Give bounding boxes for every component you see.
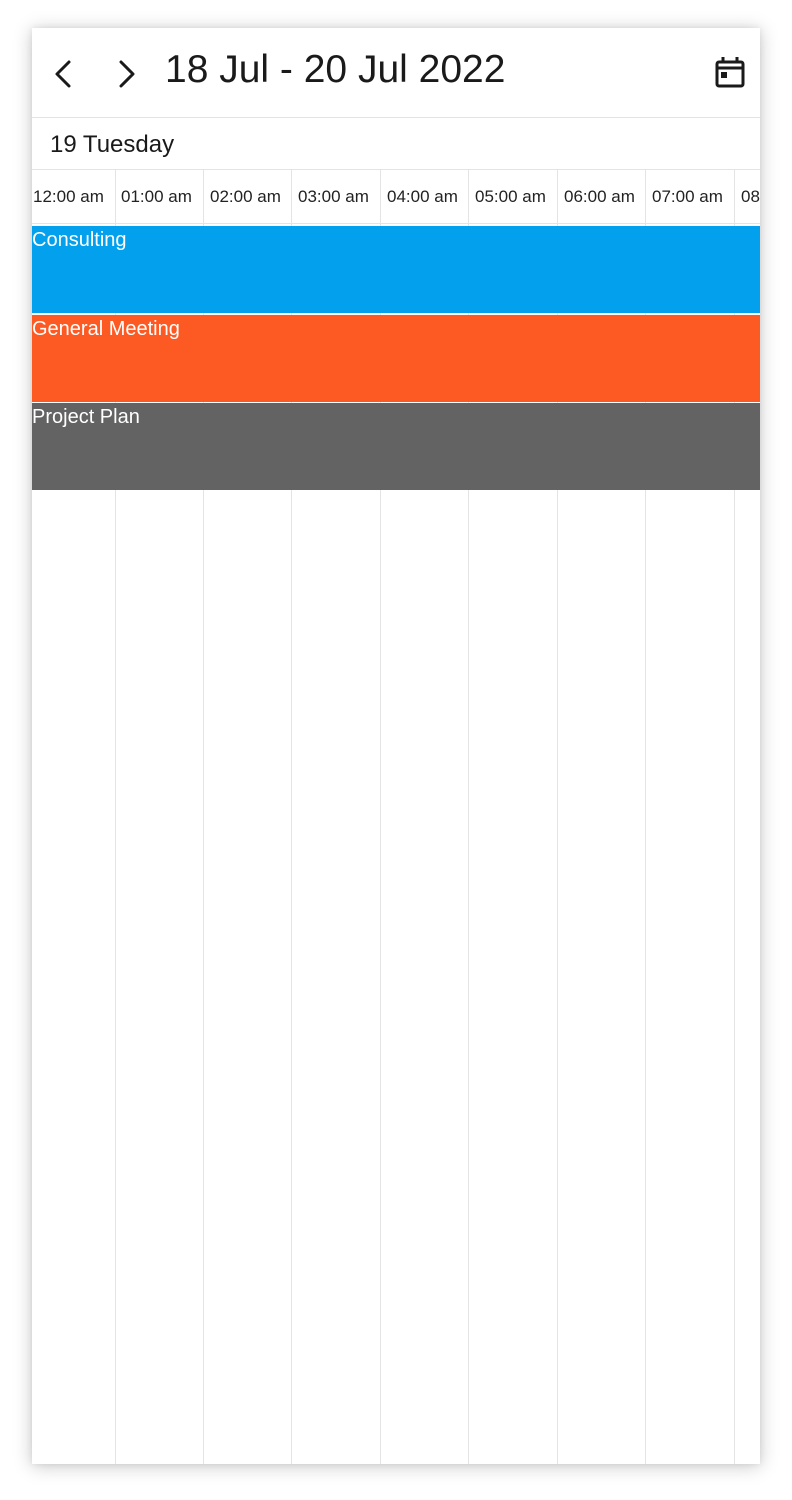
- appointment-general-meeting[interactable]: General Meeting: [32, 315, 760, 402]
- previous-button[interactable]: [44, 54, 84, 94]
- time-slot-label: 01:00 am: [121, 187, 192, 206]
- scheduler: 18 Jul - 20 Jul 2022 19 Tuesday 12:00 am…: [32, 28, 760, 1464]
- time-slot-label: 06:00 am: [564, 187, 635, 206]
- scheduler-header: 18 Jul - 20 Jul 2022: [32, 28, 760, 118]
- next-button[interactable]: [106, 54, 146, 94]
- day-label[interactable]: 19 Tuesday: [50, 130, 174, 160]
- today-button[interactable]: [712, 54, 748, 90]
- appointment-project-plan[interactable]: Project Plan: [32, 403, 760, 490]
- time-slot-label: 05:00 am: [475, 187, 546, 206]
- timeline-header: 12:00 am 01:00 am 02:00 am 03:00 am 04:0…: [32, 170, 760, 224]
- chevron-left-icon: [44, 54, 84, 94]
- time-slot-label: 08: [741, 187, 760, 206]
- appointment-title: Consulting: [32, 229, 127, 251]
- time-slot-label: 02:00 am: [210, 187, 281, 206]
- chevron-right-icon: [106, 54, 146, 94]
- appointment-title: Project Plan: [32, 406, 140, 428]
- time-slot-label: 04:00 am: [387, 187, 458, 206]
- time-slot-label: 03:00 am: [298, 187, 369, 206]
- time-slot-label: 07:00 am: [652, 187, 723, 206]
- appointment-title: General Meeting: [32, 318, 180, 340]
- appointment-consulting[interactable]: Consulting: [32, 226, 760, 313]
- date-range-title[interactable]: 18 Jul - 20 Jul 2022: [165, 46, 505, 94]
- time-slot-label: 12:00 am: [33, 187, 104, 206]
- day-header: 19 Tuesday: [32, 118, 760, 170]
- calendar-today-icon: [712, 57, 748, 94]
